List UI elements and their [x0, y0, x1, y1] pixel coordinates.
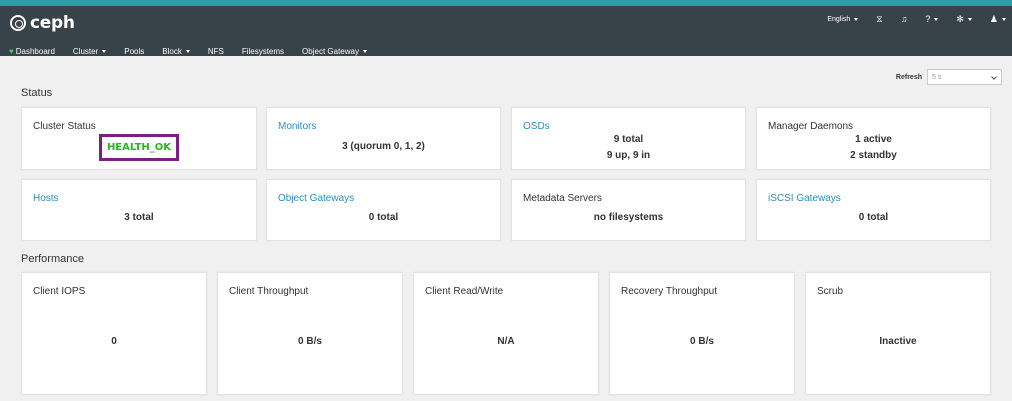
monitors-value: 3 (quorum 0, 1, 2)	[342, 141, 425, 152]
nav-block-label: Block	[162, 46, 182, 56]
status-section-title: Status	[21, 87, 53, 99]
iscsi-gateways-value: 0 total	[858, 212, 889, 223]
client-throughput-value: 0 B/s	[298, 336, 322, 347]
card-title: Recovery Throughput	[621, 286, 717, 297]
client-read-write-card: Client Read/Write N/A	[413, 272, 599, 395]
health-status-badge[interactable]: HEALTH_OK	[99, 134, 179, 161]
osds-card: OSDs 9 total 9 up, 9 in	[511, 107, 746, 170]
nav-object-gateway-label: Object Gateway	[302, 46, 359, 56]
heart-icon: ♥	[9, 46, 14, 56]
notifications-button[interactable]: ♫	[900, 13, 908, 24]
metadata-servers-value: no filesystems	[593, 212, 664, 223]
refresh-label: Refresh	[895, 73, 922, 81]
nav-nfs[interactable]: NFS	[199, 40, 233, 62]
osds-total: 9 total	[613, 134, 644, 145]
refresh-interval-value: 5 s	[932, 73, 942, 81]
help-icon: ?	[925, 13, 931, 24]
hosts-card: Hosts 3 total	[21, 179, 257, 241]
client-iops-card: Client IOPS 0	[21, 272, 207, 395]
chevron-down-icon	[102, 49, 107, 53]
navbar: ceph English ⧖ ♫ ? ✻ ♟ ♥ Dashboard Clust…	[0, 6, 1012, 56]
chevron-down-icon	[362, 49, 367, 53]
refresh-control: Refresh 5 s	[896, 69, 1002, 85]
nav-cluster[interactable]: Cluster	[64, 40, 115, 62]
ceph-logo-icon	[10, 15, 26, 31]
monitors-link[interactable]: Monitors	[278, 121, 316, 132]
performance-section-title: Performance	[21, 253, 84, 265]
nav-filesystems-label: Filesystems	[241, 46, 285, 56]
object-gateways-card: Object Gateways 0 total	[266, 179, 501, 241]
manager-standby: 2 standby	[850, 150, 897, 161]
bell-icon: ♫	[900, 13, 908, 24]
task-queue-button[interactable]: ⧖	[876, 13, 883, 24]
hourglass-icon: ⧖	[876, 13, 883, 24]
chevron-down-icon	[967, 17, 972, 21]
cluster-status-card: Cluster Status HEALTH_OK	[21, 107, 257, 170]
card-title: Client Read/Write	[425, 286, 504, 297]
hosts-link[interactable]: Hosts	[33, 193, 59, 204]
card-title: Manager Daemons	[768, 121, 854, 132]
language-label: English	[827, 15, 851, 23]
nav-nfs-label: NFS	[207, 46, 224, 56]
hosts-value: 3 total	[124, 212, 154, 223]
osds-link[interactable]: OSDs	[523, 121, 550, 132]
client-throughput-card: Client Throughput 0 B/s	[217, 272, 403, 395]
help-dropdown[interactable]: ?	[925, 13, 939, 24]
chevron-down-icon	[934, 17, 939, 21]
nav-filesystems[interactable]: Filesystems	[233, 40, 293, 62]
refresh-interval-select[interactable]: 5 s	[927, 69, 1002, 85]
metadata-servers-card: Metadata Servers no filesystems	[511, 179, 746, 241]
card-title: Metadata Servers	[523, 193, 602, 204]
recovery-throughput-value: 0 B/s	[690, 336, 714, 347]
brand-logo[interactable]: ceph	[10, 12, 75, 34]
scrub-value: Inactive	[879, 336, 917, 347]
iscsi-gateways-card: iSCSI Gateways 0 total	[756, 179, 991, 241]
client-iops-value: 0	[111, 336, 117, 347]
object-gateways-value: 0 total	[368, 212, 399, 223]
nav-object-gateway[interactable]: Object Gateway	[293, 40, 376, 62]
object-gateways-link[interactable]: Object Gateways	[278, 193, 354, 204]
card-title: Client IOPS	[33, 286, 86, 297]
card-title: Client Throughput	[229, 286, 309, 297]
main-nav: ♥ Dashboard Cluster Pools Block NFS File…	[0, 40, 376, 62]
user-dropdown[interactable]: ♟	[989, 13, 1006, 24]
client-read-write-value: N/A	[497, 336, 515, 347]
nav-cluster-label: Cluster	[72, 46, 99, 56]
iscsi-gateways-link[interactable]: iSCSI Gateways	[768, 193, 841, 204]
chevron-down-icon	[991, 74, 997, 80]
card-title: Cluster Status	[33, 121, 96, 132]
scrub-card: Scrub Inactive	[805, 272, 991, 395]
language-dropdown[interactable]: English	[827, 15, 859, 23]
nav-dashboard[interactable]: ♥ Dashboard	[0, 40, 64, 62]
nav-dashboard-label: Dashboard	[15, 46, 55, 56]
nav-pools[interactable]: Pools	[115, 40, 153, 62]
utility-menu: English ⧖ ♫ ? ✻ ♟	[809, 11, 1006, 27]
chevron-down-icon	[185, 49, 190, 53]
chevron-down-icon	[854, 17, 859, 21]
manager-daemons-card: Manager Daemons 1 active 2 standby	[756, 107, 991, 170]
card-title: Scrub	[817, 286, 844, 297]
monitors-card: Monitors 3 (quorum 0, 1, 2)	[266, 107, 501, 170]
brand-name: ceph	[30, 13, 75, 33]
manager-active: 1 active	[855, 134, 892, 145]
chevron-down-icon	[1002, 17, 1006, 21]
gear-icon: ✻	[956, 13, 964, 24]
nav-pools-label: Pools	[124, 46, 145, 56]
user-icon: ♟	[989, 13, 998, 24]
osds-up-in: 9 up, 9 in	[606, 150, 651, 161]
nav-block[interactable]: Block	[153, 40, 199, 62]
recovery-throughput-card: Recovery Throughput 0 B/s	[609, 272, 795, 395]
settings-dropdown[interactable]: ✻	[956, 13, 972, 24]
